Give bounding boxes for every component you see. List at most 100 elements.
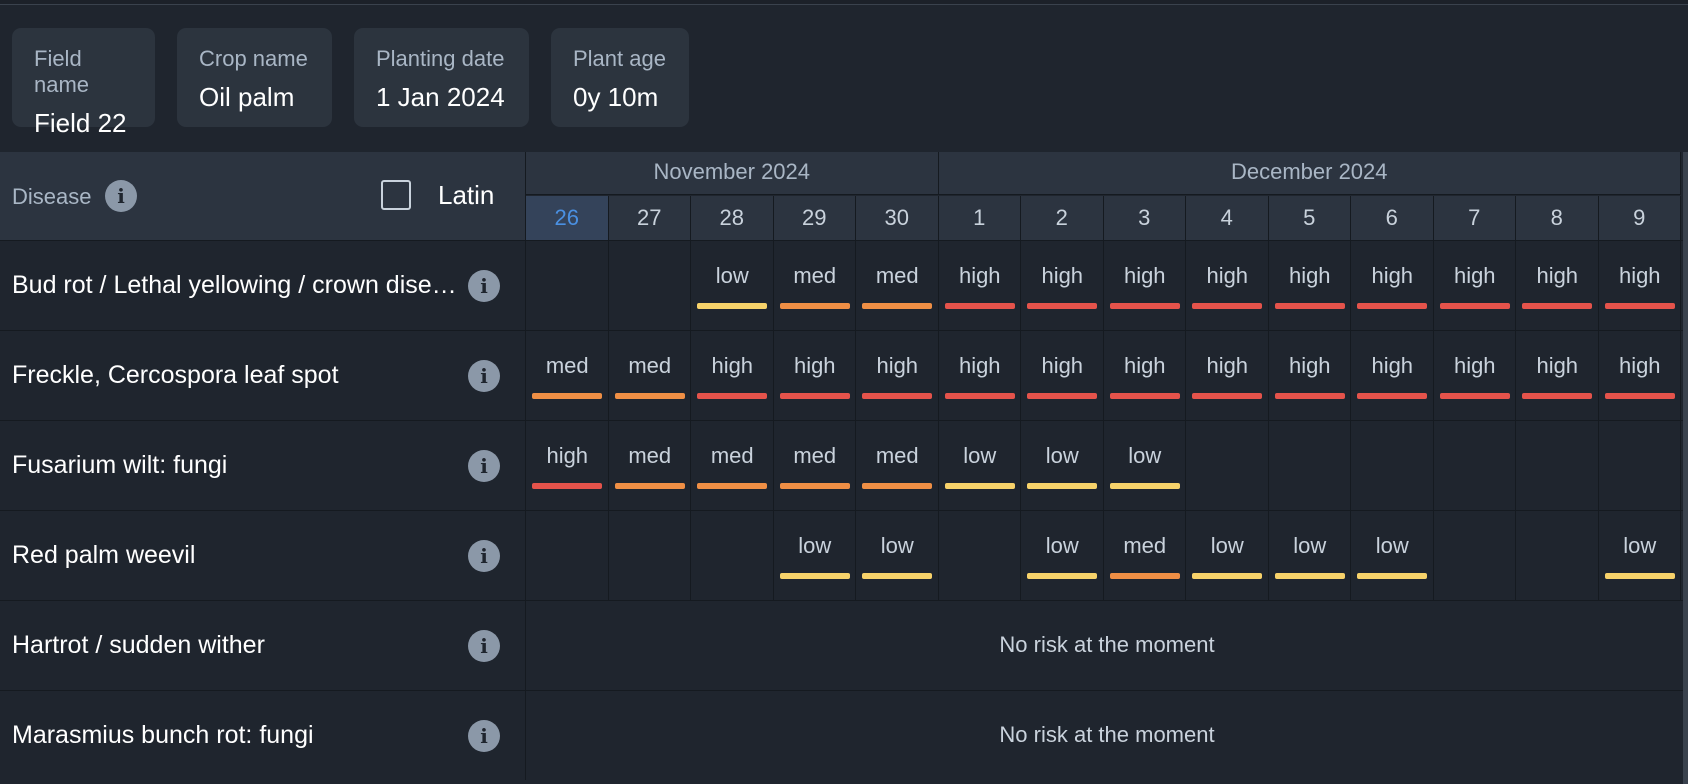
- risk-cell[interactable]: med: [774, 241, 856, 330]
- risk-level-label: high: [876, 353, 919, 378]
- risk-cell[interactable]: med: [526, 331, 609, 420]
- risk-level-bar: [1027, 573, 1097, 579]
- risk-level-label: high: [1041, 263, 1084, 288]
- risk-level-bar: [1604, 393, 1675, 399]
- risk-cell[interactable]: low: [691, 241, 774, 330]
- risk-cell[interactable]: med: [1104, 511, 1186, 600]
- risk-cell[interactable]: high: [1434, 241, 1516, 330]
- risk-level-bar: [1439, 303, 1510, 309]
- disease-name-cell: Freckle, Cercospora leaf spot i: [0, 331, 526, 420]
- risk-cell[interactable]: low: [1599, 511, 1681, 600]
- day-header-2: 2: [1021, 196, 1104, 240]
- disease-info-icon[interactable]: i: [468, 360, 500, 392]
- planting-date-card: Planting date 1 Jan 2024: [354, 28, 529, 127]
- risk-cell[interactable]: low: [939, 421, 1021, 510]
- risk-level-bar: [532, 483, 602, 489]
- risk-level-bar: [1604, 573, 1675, 579]
- risk-level-label: med: [875, 263, 919, 288]
- risk-cell[interactable]: high: [1434, 331, 1516, 420]
- risk-cell[interactable]: high: [691, 331, 774, 420]
- risk-cell[interactable]: med: [691, 421, 774, 510]
- disease-info-icon[interactable]: i: [468, 450, 500, 482]
- risk-level-label: high: [1206, 263, 1249, 288]
- risk-cell[interactable]: high: [526, 421, 609, 510]
- risk-cell[interactable]: low: [1104, 421, 1186, 510]
- risk-cell[interactable]: low: [1021, 421, 1104, 510]
- risk-level-bar: [697, 483, 767, 489]
- risk-level-bar: [1604, 303, 1675, 309]
- risk-cell: [609, 511, 691, 600]
- risk-level-label: med: [875, 443, 919, 468]
- latin-checkbox[interactable]: [381, 180, 411, 210]
- risk-cell[interactable]: high: [1599, 331, 1681, 420]
- risk-level-bar: [862, 393, 932, 399]
- risk-cell[interactable]: low: [1186, 511, 1269, 600]
- no-risk-message: No risk at the moment: [999, 632, 1215, 657]
- disease-info-icon[interactable]: i: [468, 270, 500, 302]
- disease-info-icon[interactable]: i: [468, 630, 500, 662]
- risk-level-label: low: [880, 533, 914, 558]
- risk-cell[interactable]: high: [939, 331, 1021, 420]
- risk-level-label: high: [958, 263, 1001, 288]
- disease-info-icon[interactable]: i: [468, 720, 500, 752]
- disease-info-icon[interactable]: i: [105, 180, 137, 212]
- day-header-8: 8: [1516, 196, 1599, 240]
- risk-cell[interactable]: med: [856, 241, 939, 330]
- risk-level-bar: [1192, 393, 1262, 399]
- latin-label: Latin: [438, 180, 495, 210]
- risk-level-label: low: [1128, 443, 1162, 468]
- risk-cell: [1186, 421, 1269, 510]
- day-header-29: 29: [773, 196, 856, 240]
- risk-cell: [1434, 421, 1516, 510]
- risk-cell[interactable]: high: [1599, 241, 1681, 330]
- risk-cell[interactable]: high: [939, 241, 1021, 330]
- risk-cell[interactable]: high: [1104, 241, 1186, 330]
- risk-level-bar: [614, 393, 685, 399]
- risk-cell[interactable]: high: [1186, 331, 1269, 420]
- risk-cell[interactable]: med: [609, 331, 691, 420]
- risk-cell[interactable]: low: [1269, 511, 1351, 600]
- risk-level-label: high: [1453, 263, 1496, 288]
- risk-cell[interactable]: med: [774, 421, 856, 510]
- disease-name: Red palm weevil: [12, 541, 196, 569]
- risk-cell[interactable]: high: [1516, 331, 1599, 420]
- risk-cell[interactable]: low: [1351, 511, 1434, 600]
- risk-cell[interactable]: med: [609, 421, 691, 510]
- risk-cell[interactable]: high: [1269, 331, 1351, 420]
- risk-cell[interactable]: high: [1186, 241, 1269, 330]
- risk-cell[interactable]: low: [774, 511, 856, 600]
- risk-cell[interactable]: low: [856, 511, 939, 600]
- risk-cell[interactable]: high: [1021, 331, 1104, 420]
- risk-cell[interactable]: low: [1021, 511, 1104, 600]
- risk-level-bar: [1109, 393, 1180, 399]
- risk-cell[interactable]: high: [1351, 241, 1434, 330]
- disease-column-header: Disease i Latin: [0, 152, 526, 240]
- risk-cell: [939, 511, 1021, 600]
- risk-cell[interactable]: high: [1516, 241, 1599, 330]
- risk-cell[interactable]: high: [1351, 331, 1434, 420]
- risk-level-label: med: [545, 353, 589, 378]
- risk-level-bar: [862, 303, 932, 309]
- card-label: Crop name: [199, 46, 308, 71]
- disease-info-icon[interactable]: i: [468, 540, 500, 572]
- risk-cell[interactable]: high: [1269, 241, 1351, 330]
- risk-cell: [609, 241, 691, 330]
- day-header-4: 4: [1186, 196, 1269, 240]
- vertical-scrollbar[interactable]: [1683, 152, 1688, 784]
- day-header-7: 7: [1433, 196, 1516, 240]
- disease-risk-grid: Disease i Latin November 2024 December 20…: [0, 152, 1688, 784]
- risk-cell[interactable]: high: [856, 331, 939, 420]
- risk-cell: [526, 241, 609, 330]
- risk-level-label: high: [1123, 353, 1166, 378]
- card-value: Field 22: [34, 108, 127, 138]
- risk-cell[interactable]: high: [1021, 241, 1104, 330]
- risk-cell[interactable]: high: [774, 331, 856, 420]
- risk-level-label: high: [1536, 353, 1579, 378]
- risk-level-label: low: [798, 533, 832, 558]
- risk-level-bar: [1522, 393, 1592, 399]
- risk-cell[interactable]: high: [1104, 331, 1186, 420]
- risk-cell[interactable]: med: [856, 421, 939, 510]
- risk-level-bar: [697, 393, 767, 399]
- risk-level-bar: [1109, 303, 1180, 309]
- risk-level-label: med: [793, 263, 837, 288]
